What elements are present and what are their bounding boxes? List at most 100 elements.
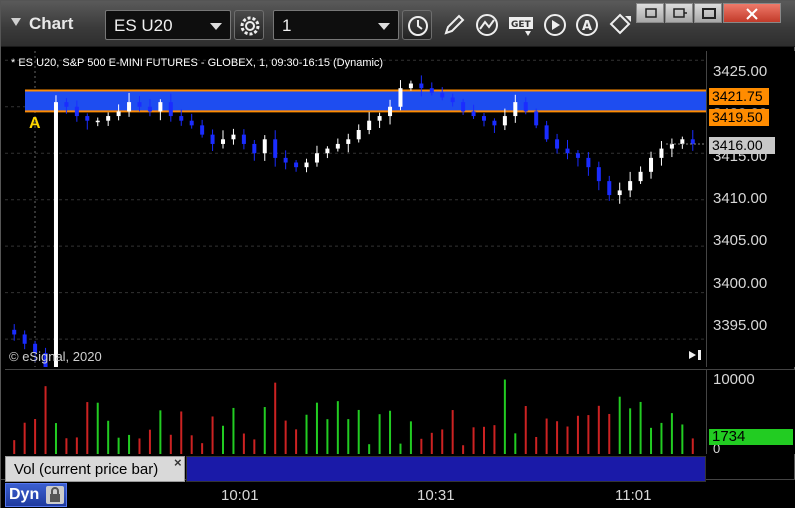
volume-bar (556, 421, 559, 454)
get-data-button[interactable]: GET (506, 10, 538, 40)
volume-bar (117, 437, 120, 454)
candle-body (106, 116, 111, 121)
price-tick: 3405.00 (713, 232, 768, 249)
restore-button[interactable] (636, 3, 664, 23)
chevron-down-icon[interactable] (210, 23, 222, 30)
volume-bar (420, 438, 423, 454)
volume-bar (315, 402, 318, 454)
volume-bar (128, 434, 131, 454)
volume-bar (263, 407, 266, 454)
alert-button[interactable]: A (572, 10, 604, 40)
volume-bar (86, 402, 89, 454)
volume-bar (180, 411, 183, 454)
candle-body (283, 157, 288, 163)
volume-bar (54, 423, 57, 454)
price-chart[interactable] (5, 51, 706, 367)
candle-body (638, 171, 643, 182)
dynamic-mode-toggle[interactable]: Dyn (5, 483, 67, 507)
candle-body (388, 106, 393, 117)
close-icon (746, 8, 758, 20)
volume-bar (409, 421, 412, 454)
candle-body (147, 106, 152, 112)
volume-bar (629, 408, 632, 454)
volume-bar (681, 424, 684, 454)
candle-body (649, 157, 654, 172)
volume-bar (472, 427, 475, 454)
candle-body (168, 102, 173, 117)
close-study-icon[interactable]: × (174, 455, 182, 470)
pencil-icon (444, 14, 465, 35)
volume-bar (566, 426, 569, 454)
volume-bar (514, 433, 517, 454)
candle-body (607, 181, 612, 196)
interval-input[interactable]: 1 (273, 10, 399, 40)
candle-body (273, 139, 278, 158)
app-menu-icon[interactable] (9, 15, 23, 29)
candle-body (502, 116, 507, 126)
link-window-button[interactable] (665, 3, 693, 23)
candle-body (377, 116, 382, 121)
replay-button[interactable] (540, 10, 572, 40)
volume-bar (389, 410, 392, 454)
settings-button[interactable] (234, 10, 264, 40)
volume-bar (274, 382, 277, 454)
link-icon (609, 13, 631, 35)
candle-body (544, 125, 549, 140)
volume-bar (347, 419, 350, 454)
candle-body (586, 157, 591, 168)
candle-body (680, 139, 685, 144)
volume-bar (587, 415, 590, 454)
draw-tool-button[interactable] (439, 10, 471, 40)
time-template-button[interactable] (402, 10, 432, 40)
volume-bar (201, 443, 204, 454)
price-tick: 3400.00 (713, 275, 768, 292)
candle-body (241, 134, 246, 144)
volume-bar (284, 420, 287, 454)
candle-body (95, 120, 100, 123)
study-panel-bar (186, 456, 706, 482)
volume-bar (482, 426, 485, 454)
volume-bar (44, 386, 47, 454)
volume-bar (399, 443, 402, 454)
candle-body (85, 116, 90, 121)
candle-body (523, 102, 528, 112)
candle-body (408, 83, 413, 89)
get-icon: GET (509, 17, 533, 36)
volume-bar (159, 410, 162, 454)
volume-bar (430, 432, 433, 454)
price-tick: 3425.00 (713, 63, 768, 80)
study-label-box[interactable]: Vol (current price bar) × (5, 455, 185, 482)
chart-header: * ES U20, S&P 500 E-MINI FUTURES - GLOBE… (11, 57, 384, 69)
candle-body (335, 143, 340, 149)
time-axis[interactable] (1, 479, 795, 508)
candle-body (690, 139, 695, 144)
volume-bar (368, 444, 371, 454)
candle-body (221, 139, 226, 144)
dynamic-mode-label: Dyn (9, 486, 40, 503)
link-button[interactable] (605, 10, 637, 40)
studies-button[interactable] (472, 10, 504, 40)
anchor-marker[interactable]: A (29, 115, 41, 133)
close-button[interactable] (723, 3, 781, 23)
scroll-to-end-icon[interactable] (687, 347, 705, 363)
time-label: 10:01 (221, 487, 259, 504)
candle-body (356, 130, 361, 140)
last-price-tag: 3416.00 (709, 137, 775, 154)
maximize-button[interactable] (694, 3, 722, 23)
lock-icon[interactable] (46, 486, 64, 504)
title-bar: Chart ES U20 1 GET A (1, 1, 795, 47)
candle-body (137, 102, 142, 107)
volume-bar (451, 410, 454, 454)
volume-bar (639, 401, 642, 454)
chevron-down-icon[interactable] (378, 23, 390, 30)
interval-value: 1 (282, 16, 292, 35)
symbol-input[interactable]: ES U20 (105, 10, 231, 40)
candle-body (367, 120, 372, 130)
volume-chart[interactable] (5, 369, 706, 454)
candle-body (440, 92, 445, 98)
candle-body (575, 153, 580, 158)
volume-bar (493, 425, 496, 454)
volume-bar (670, 413, 673, 454)
volume-bar (75, 437, 78, 454)
candle-body (555, 139, 560, 149)
